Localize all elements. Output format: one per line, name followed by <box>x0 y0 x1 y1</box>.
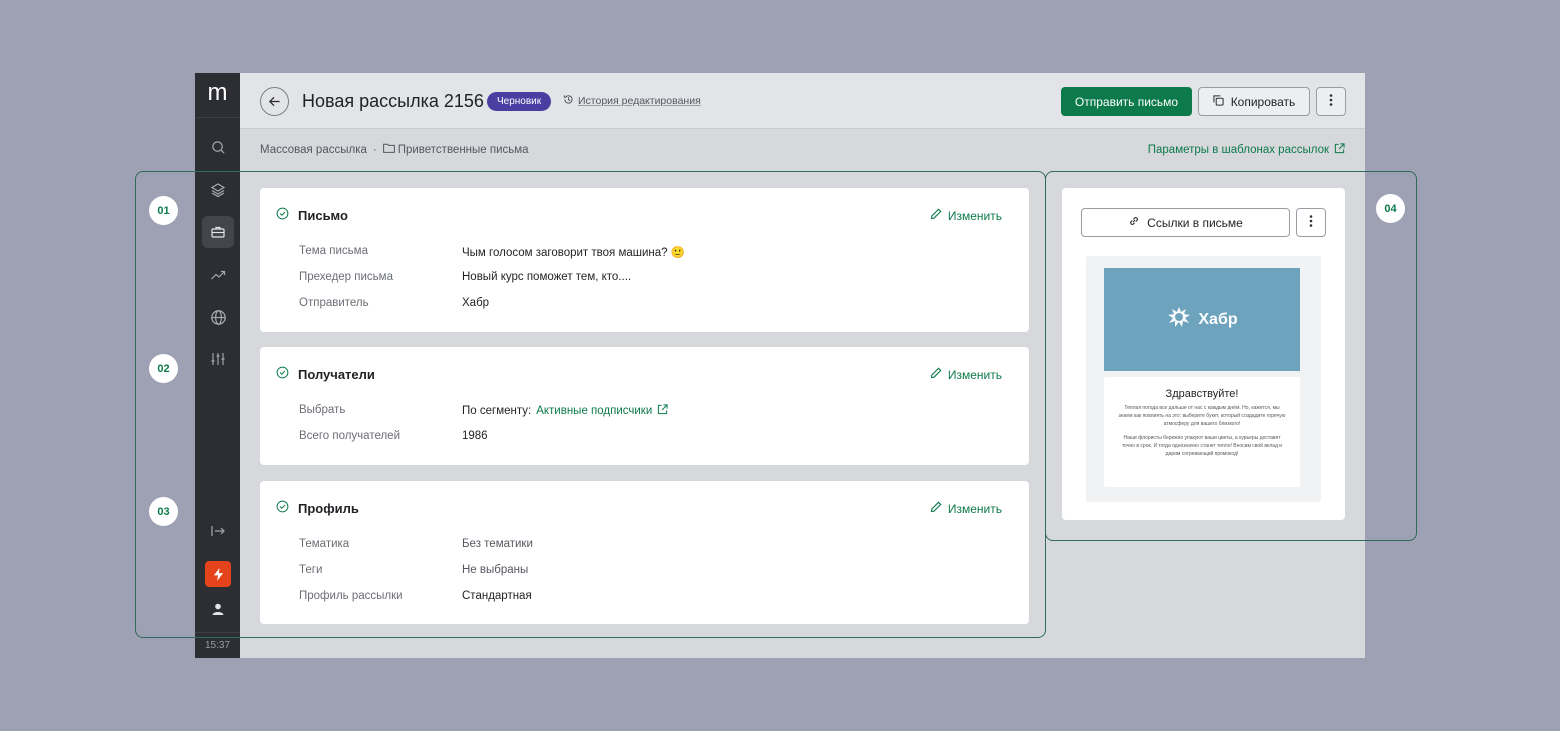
send-button[interactable]: Отправить письмо <box>1061 87 1192 116</box>
more-button[interactable] <box>1316 87 1346 116</box>
annotation-frame-right <box>1045 171 1417 541</box>
more-vertical-icon <box>1329 93 1333 111</box>
history-label: История редактирования <box>578 95 701 107</box>
copy-label: Копировать <box>1230 94 1296 109</box>
annotation-marker-01: 01 <box>149 196 178 225</box>
search-icon[interactable] <box>202 131 234 163</box>
logo-text: m <box>207 79 228 106</box>
copy-button[interactable]: Копировать <box>1198 87 1310 116</box>
template-params-link[interactable]: Параметры в шаблонах рассылок <box>1148 143 1345 157</box>
annotation-marker-02: 02 <box>149 354 178 383</box>
breadcrumb: Массовая рассылка · Приветственные письм… <box>260 143 529 156</box>
header: Новая рассылка 2156 Черновик История ред… <box>240 73 1365 129</box>
template-params-label: Параметры в шаблонах рассылок <box>1147 144 1329 156</box>
annotation-frame-left <box>135 171 1046 638</box>
page-title: Новая рассылка 2156 <box>302 91 484 111</box>
breadcrumb-root[interactable]: Массовая рассылка <box>260 144 367 156</box>
folder-icon <box>382 143 395 156</box>
logo[interactable]: m <box>195 73 240 118</box>
annotation-marker-03: 03 <box>149 497 178 526</box>
status-badge: Черновик <box>487 92 552 111</box>
back-button[interactable] <box>260 87 289 116</box>
copy-icon <box>1213 94 1224 109</box>
history-link[interactable]: История редактирования <box>563 94 701 108</box>
annotation-marker-04: 04 <box>1376 194 1405 223</box>
breadcrumb-separator: · <box>372 143 377 156</box>
external-link-icon <box>1334 143 1345 157</box>
history-icon <box>563 94 574 108</box>
breadcrumb-folder[interactable]: Приветственные письма <box>398 144 529 156</box>
